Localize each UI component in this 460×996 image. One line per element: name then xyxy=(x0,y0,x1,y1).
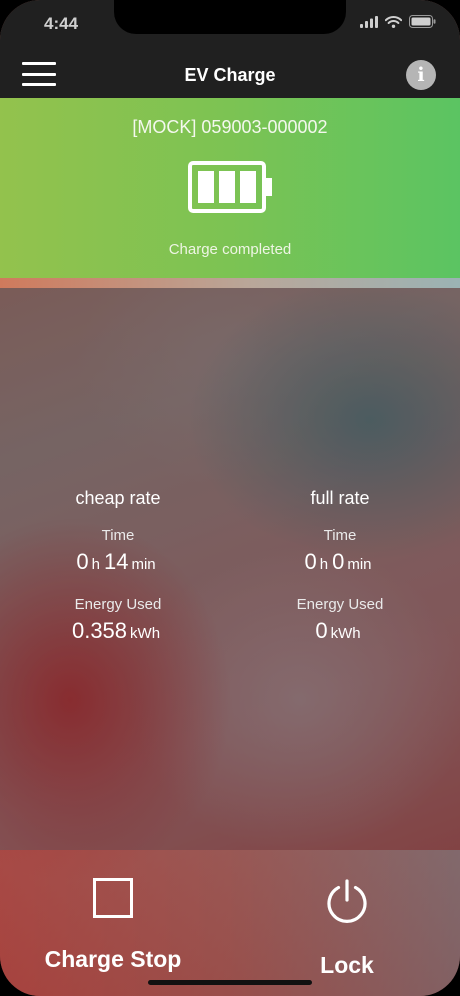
home-indicator[interactable] xyxy=(148,980,312,985)
menu-line xyxy=(22,83,56,86)
action-bar: Charge Stop Lock xyxy=(0,850,460,996)
minutes-unit: min xyxy=(131,556,156,573)
charge-status-text: Charge completed xyxy=(168,241,292,258)
energy-unit: kWh xyxy=(130,625,161,642)
hours-unit: h xyxy=(319,556,329,573)
status-icons xyxy=(360,15,436,28)
device-notch xyxy=(114,0,346,34)
charger-id: [MOCK] 059003-000002 xyxy=(132,117,328,137)
full-energy-value: 0 kWh xyxy=(240,618,440,650)
full-energy: 0 xyxy=(315,618,328,643)
full-rate-column: full rate Time 0 h 0 min Energy Used 0 kWh xyxy=(240,488,440,650)
charger-status-panel: [MOCK] 059003-000002 Charge completed xyxy=(0,98,460,278)
lock-button[interactable]: Lock xyxy=(252,878,442,996)
battery-full-icon xyxy=(188,161,272,213)
usage-summary: cheap rate Time 0 h 14 min Energy Used 0.35… xyxy=(0,288,460,850)
cheap-energy-value: 0.358 kWh xyxy=(18,618,218,650)
lock-label: Lock xyxy=(320,952,374,978)
cheap-time-label: Time xyxy=(101,527,135,544)
cheap-time-value: 0 h 14 min xyxy=(18,549,218,581)
full-minutes: 0 xyxy=(332,549,345,574)
menu-line xyxy=(22,72,56,76)
cheap-minutes: 14 xyxy=(103,549,129,574)
menu-line xyxy=(22,62,56,65)
full-energy-label: Energy Used xyxy=(296,596,384,613)
minutes-unit: min xyxy=(347,556,372,573)
cheap-rate-column: cheap rate Time 0 h 14 min Energy Used 0.35… xyxy=(18,488,218,650)
cellular-signal-icon xyxy=(360,15,378,28)
full-rate-title: full rate xyxy=(310,488,370,508)
charge-stop-label: Charge Stop xyxy=(44,946,182,972)
energy-unit: kWh xyxy=(330,625,361,642)
full-time-value: 0 h 0 min xyxy=(240,549,440,581)
battery-status-icon xyxy=(409,15,436,28)
stop-square-icon xyxy=(93,878,133,918)
power-icon xyxy=(327,879,367,923)
charge-stop-button[interactable]: Charge Stop xyxy=(18,878,208,996)
full-hours: 0 xyxy=(304,549,317,574)
full-time-label: Time xyxy=(323,527,357,544)
hours-unit: h xyxy=(91,556,100,573)
cheap-energy: 0.358 xyxy=(71,618,128,643)
divider-strip xyxy=(0,278,460,288)
page-title: EV Charge xyxy=(184,65,276,85)
hamburger-menu-icon[interactable] xyxy=(22,60,56,88)
app-screen: 4:44 EV Charge i [MOCK] 059003-000002 Ch… xyxy=(0,0,460,996)
info-icon[interactable]: i xyxy=(406,60,436,90)
navigation-bar: EV Charge i xyxy=(0,50,460,98)
cheap-energy-label: Energy Used xyxy=(74,596,162,613)
status-bar: 4:44 xyxy=(0,0,460,50)
status-time: 4:44 xyxy=(44,14,79,33)
wifi-icon xyxy=(385,15,402,28)
cheap-rate-title: cheap rate xyxy=(75,488,161,508)
cheap-hours: 0 xyxy=(76,549,89,574)
